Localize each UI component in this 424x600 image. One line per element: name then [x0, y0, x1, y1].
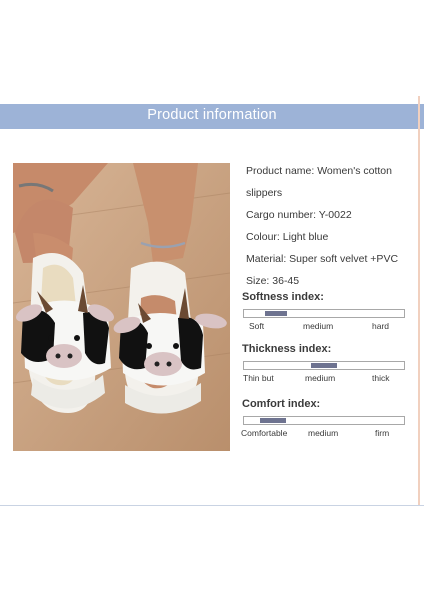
softness-label-low: Soft [249, 321, 265, 331]
material: Material: Super soft velvet +PVC [246, 253, 399, 265]
accent-divider [418, 96, 420, 506]
comfort-index: Comfort index: Comfortable medium firm [241, 398, 407, 438]
softness-index-labels: Soft medium hard [242, 321, 407, 333]
comfort-label-mid: medium [308, 428, 339, 438]
thickness-index-title: Thickness index: [242, 343, 332, 355]
softness-index: Softness index: Soft medium hard [242, 291, 407, 331]
product-info-banner: Product information [0, 104, 424, 129]
thickness-index-bar [243, 361, 405, 370]
thickness-index-fill [311, 363, 337, 368]
product-photo [13, 163, 230, 451]
thickness-label-high: thick [372, 373, 390, 383]
comfort-index-bar [243, 416, 405, 425]
bottom-divider [0, 505, 424, 506]
colour: Colour: Light blue [246, 231, 329, 243]
thickness-label-low: Thin but [243, 373, 274, 383]
banner-title: Product information [147, 107, 277, 123]
thickness-label-mid: medium [305, 373, 336, 383]
comfort-label-high: firm [375, 428, 390, 438]
product-details: Product name: Women's cotton slippers Ca… [246, 160, 416, 292]
comfort-index-fill [259, 418, 286, 423]
product-name-line-2: slippers [246, 187, 283, 199]
comfort-label-low: Comfortable [241, 428, 288, 438]
softness-label-mid: medium [303, 321, 334, 331]
size: Size: 36-45 [246, 275, 300, 287]
softness-index-title: Softness index: [242, 291, 324, 303]
comfort-index-labels: Comfortable medium firm [241, 428, 407, 440]
comfort-index-title: Comfort index: [242, 398, 321, 410]
cargo-number: Cargo number: Y-0022 [246, 209, 352, 221]
softness-label-high: hard [372, 321, 390, 331]
thickness-index-labels: Thin but medium thick [242, 373, 407, 385]
thickness-index: Thickness index: Thin but medium thick [242, 343, 407, 383]
softness-index-bar [243, 309, 405, 318]
product-name-line-1: Product name: Women's cotton [246, 165, 392, 177]
softness-index-fill [265, 311, 287, 316]
